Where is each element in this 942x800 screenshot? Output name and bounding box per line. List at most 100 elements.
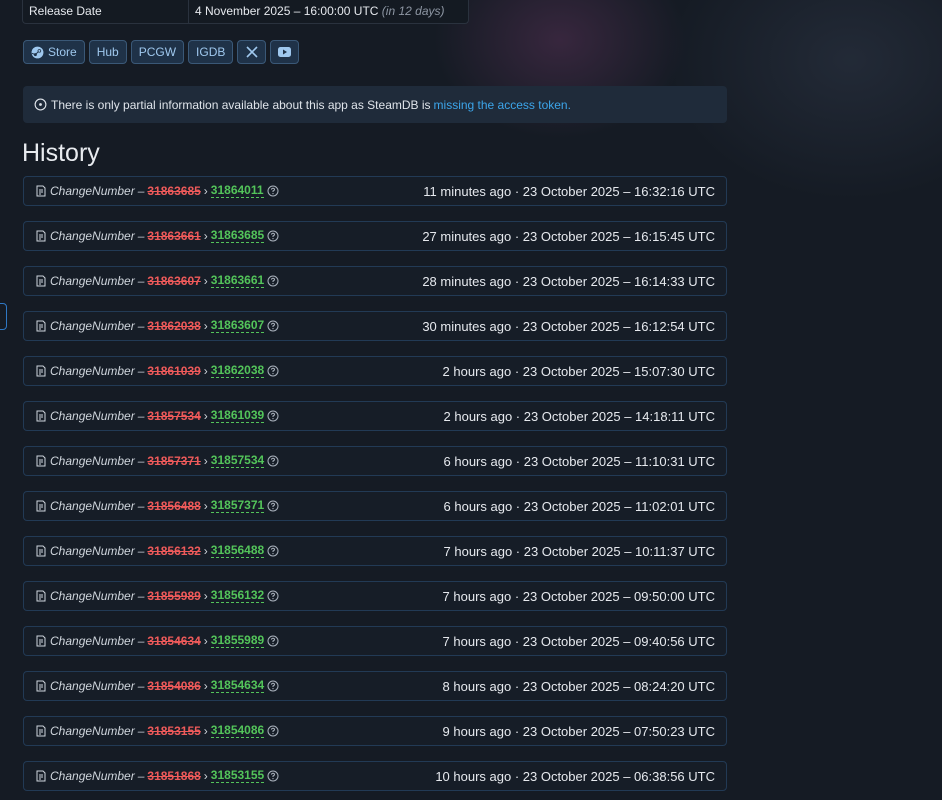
document-icon <box>35 185 47 197</box>
help-icon[interactable] <box>267 725 279 737</box>
new-change-number-link[interactable]: 31854086 <box>210 724 265 738</box>
help-icon[interactable] <box>267 635 279 647</box>
separator-dash: – <box>137 589 145 603</box>
old-change-number: 31857534 <box>147 409 201 423</box>
change-timestamp: 8 hours ago · 23 October 2025 – 08:24:20… <box>442 678 715 694</box>
change-timestamp: 2 hours ago · 23 October 2025 – 14:18:11… <box>443 408 715 424</box>
separator-dash: – <box>137 409 145 423</box>
new-change-number-link[interactable]: 31854634 <box>210 679 265 693</box>
new-change-number-link[interactable]: 31863661 <box>210 274 265 288</box>
separator-dash: – <box>137 499 145 513</box>
change-arrow: › <box>203 499 208 513</box>
change-timestamp: 6 hours ago · 23 October 2025 – 11:10:31… <box>443 453 715 469</box>
new-change-number-link[interactable]: 31855989 <box>210 634 265 648</box>
old-change-number: 31863685 <box>147 184 201 198</box>
change-arrow: › <box>203 319 208 333</box>
change-description: ChangeNumber –31855989 › 31856132 <box>35 589 279 603</box>
change-description: ChangeNumber –31857371 › 31857534 <box>35 454 279 468</box>
help-icon[interactable] <box>267 320 279 332</box>
history-row: ChangeNumber –31862038 › 31863607 30 minutes… <box>23 311 727 341</box>
history-row: ChangeNumber –31853155 › 31854086 9 hours ag… <box>23 716 727 746</box>
info-circle-icon <box>34 98 47 111</box>
help-icon[interactable] <box>267 590 279 602</box>
new-change-number-link[interactable]: 31864011 <box>210 184 264 198</box>
field-name: ChangeNumber <box>50 319 135 333</box>
igdb-link-button[interactable]: IGDB <box>188 40 234 64</box>
document-icon <box>35 320 47 332</box>
separator-dash: – <box>137 184 145 198</box>
history-row: ChangeNumber –31854634 › 31855989 7 hours ag… <box>23 626 727 656</box>
new-change-number-link[interactable]: 31856488 <box>210 544 265 558</box>
change-timestamp: 10 hours ago · 23 October 2025 – 06:38:5… <box>435 768 715 784</box>
field-name: ChangeNumber <box>50 274 135 288</box>
separator-dash: – <box>137 634 145 648</box>
old-change-number: 31863607 <box>147 274 201 288</box>
change-timestamp: 28 minutes ago · 23 October 2025 – 16:14… <box>422 273 715 289</box>
change-timestamp: 6 hours ago · 23 October 2025 – 11:02:01… <box>443 498 715 514</box>
history-row: ChangeNumber –31854086 › 31854634 8 hours ag… <box>23 671 727 701</box>
new-change-number-link[interactable]: 31857371 <box>210 499 265 513</box>
help-icon[interactable] <box>267 365 279 377</box>
help-icon[interactable] <box>267 275 279 287</box>
document-icon <box>35 455 47 467</box>
hub-link-button[interactable]: Hub <box>88 40 127 64</box>
new-change-number-link[interactable]: 31861039 <box>210 409 265 423</box>
old-change-number: 31862038 <box>147 319 201 333</box>
change-arrow: › <box>203 184 208 198</box>
youtube-link-button[interactable] <box>270 40 300 64</box>
field-name: ChangeNumber <box>50 409 135 423</box>
help-icon[interactable] <box>267 680 279 692</box>
field-name: ChangeNumber <box>50 184 135 198</box>
document-icon <box>35 680 47 692</box>
history-row: ChangeNumber –31857371 › 31857534 6 hours ag… <box>23 446 727 476</box>
change-description: ChangeNumber –31863685 › 31864011 <box>35 184 279 198</box>
old-change-number: 31854086 <box>147 679 201 693</box>
change-timestamp: 30 minutes ago · 23 October 2025 – 16:12… <box>422 318 715 334</box>
change-description: ChangeNumber –31863607 › 31863661 <box>35 274 279 288</box>
new-change-number-link[interactable]: 31863685 <box>210 229 265 243</box>
help-icon[interactable] <box>267 185 279 197</box>
hub-link-label: Hub <box>96 45 119 59</box>
help-icon[interactable] <box>267 500 279 512</box>
help-icon[interactable] <box>267 455 279 467</box>
history-row: ChangeNumber –31863607 › 31863661 28 minutes… <box>23 266 727 296</box>
separator-dash: – <box>137 454 145 468</box>
old-change-number: 31853155 <box>147 724 201 738</box>
field-name: ChangeNumber <box>50 589 135 603</box>
side-panel-toggle[interactable] <box>0 303 7 330</box>
separator-dash: – <box>137 724 145 738</box>
change-arrow: › <box>203 679 208 693</box>
new-change-number-link[interactable]: 31863607 <box>210 319 265 333</box>
separator-dash: – <box>137 769 145 783</box>
new-change-number-link[interactable]: 31853155 <box>210 769 265 783</box>
x-link-button[interactable] <box>237 40 267 64</box>
release-date-relative: (in 12 days) <box>381 4 445 18</box>
help-icon[interactable] <box>267 230 279 242</box>
store-link-button[interactable]: Store <box>23 40 85 64</box>
document-icon <box>35 635 47 647</box>
change-description: ChangeNumber –31862038 › 31863607 <box>35 319 279 333</box>
change-arrow: › <box>203 454 208 468</box>
document-icon <box>35 545 47 557</box>
change-arrow: › <box>203 544 208 558</box>
change-arrow: › <box>203 724 208 738</box>
access-token-link[interactable]: missing the access token. <box>434 98 571 112</box>
help-icon[interactable] <box>267 410 279 422</box>
field-name: ChangeNumber <box>50 769 135 783</box>
help-icon[interactable] <box>267 545 279 557</box>
history-row: ChangeNumber –31857534 › 31861039 2 hours ag… <box>23 401 727 431</box>
old-change-number: 31863661 <box>147 229 201 243</box>
new-change-number-link[interactable]: 31862038 <box>210 364 265 378</box>
separator-dash: – <box>137 274 145 288</box>
document-icon <box>35 500 47 512</box>
new-change-number-link[interactable]: 31857534 <box>210 454 265 468</box>
pcgw-link-button[interactable]: PCGW <box>130 40 185 64</box>
help-icon[interactable] <box>267 770 279 782</box>
change-timestamp: 9 hours ago · 23 October 2025 – 07:50:23… <box>442 723 715 739</box>
document-icon <box>35 410 47 422</box>
field-name: ChangeNumber <box>50 499 135 513</box>
old-change-number: 31856488 <box>147 499 201 513</box>
old-change-number: 31857371 <box>147 454 201 468</box>
field-name: ChangeNumber <box>50 634 135 648</box>
new-change-number-link[interactable]: 31856132 <box>210 589 265 603</box>
